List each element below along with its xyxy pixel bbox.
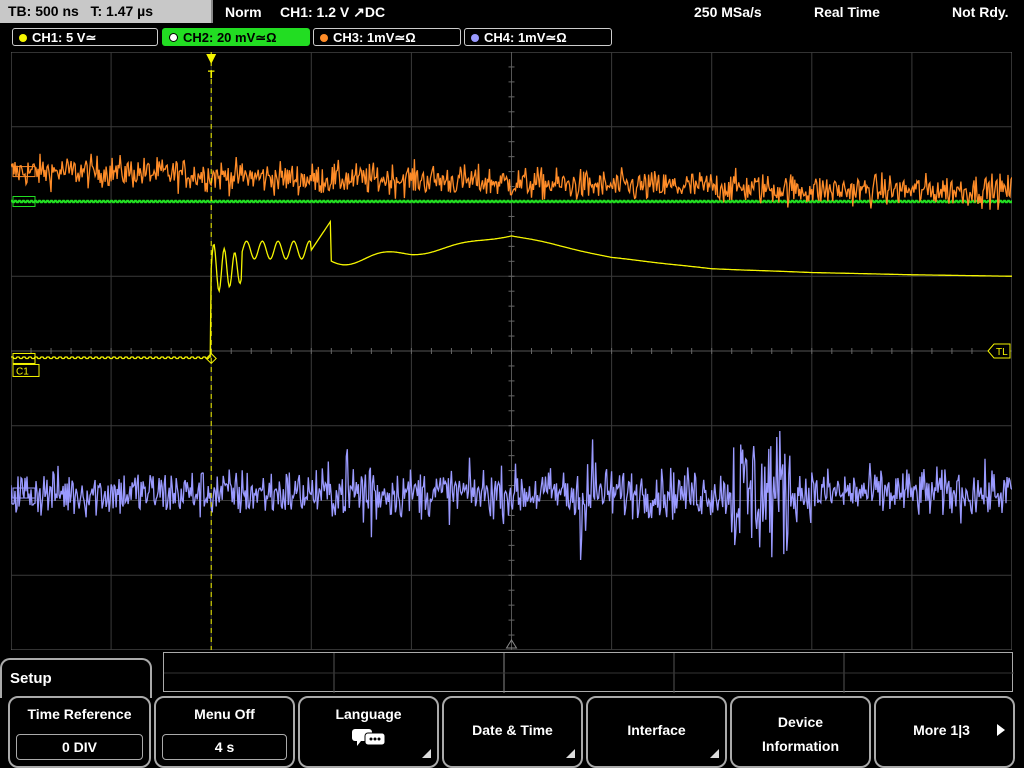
interface-button[interactable]: Interface xyxy=(586,696,727,768)
date-time-button[interactable]: Date & Time xyxy=(442,696,583,768)
more-label: More 1|3 xyxy=(913,722,970,738)
trigger-info[interactable]: CH1: 1.2 V ↗DC xyxy=(280,0,385,24)
time-reference-value: 0 DIV xyxy=(16,734,143,760)
trigger-mode[interactable]: Norm xyxy=(225,0,262,24)
ch1-ground-text: C1 xyxy=(16,366,29,377)
channel-tab-ch3[interactable]: CH3: 1mV≃Ω xyxy=(313,28,461,46)
next-page-arrow-icon xyxy=(997,724,1005,736)
channel-tab-ch1[interactable]: CH1: 5 V≃ xyxy=(12,28,158,46)
menu-title-tab: Setup xyxy=(0,658,152,698)
time-reference-label: Time Reference xyxy=(27,706,132,722)
menu-off-value: 4 s xyxy=(162,734,287,760)
menu-off-button[interactable]: Menu Off 4 s xyxy=(154,696,295,768)
ch3-label: CH3: 1mV≃Ω xyxy=(333,30,416,45)
channel-tab-ch2[interactable]: CH2: 20 mV≃Ω xyxy=(162,28,310,46)
language-button[interactable]: Language xyxy=(298,696,439,768)
ch2-label: CH2: 20 mV≃Ω xyxy=(183,30,277,45)
device-information-label: Device Information xyxy=(762,714,839,754)
ch2-dot-icon xyxy=(169,33,178,42)
interface-label: Interface xyxy=(627,722,686,738)
trigger-time-label: T: 1.47 µs xyxy=(90,3,154,19)
trace-ch2 xyxy=(11,199,1012,204)
time-reference-button[interactable]: Time Reference 0 DIV xyxy=(8,696,151,768)
trigger-marker-label: T xyxy=(208,69,215,81)
channel-tab-ch4[interactable]: CH4: 1mV≃Ω xyxy=(464,28,612,46)
info-strip xyxy=(163,652,1014,693)
language-label: Language xyxy=(335,706,402,722)
ch4-dot-icon xyxy=(471,34,479,42)
more-button[interactable]: More 1|3 xyxy=(874,696,1015,768)
menu-title: Setup xyxy=(10,670,52,687)
submenu-corner-icon xyxy=(422,749,431,758)
ch4-label: CH4: 1mV≃Ω xyxy=(484,30,567,45)
acquisition-mode: Real Time xyxy=(814,4,880,20)
info-strip-grid xyxy=(164,653,1014,693)
timebase-label: TB: 500 ns xyxy=(8,3,79,19)
date-time-label: Date & Time xyxy=(472,722,553,738)
acquisition-status: Not Rdy. xyxy=(952,4,1009,20)
ch1-dot-icon xyxy=(19,34,27,42)
menu-off-label: Menu Off xyxy=(194,706,255,722)
waveform-display[interactable]: T C1 TL xyxy=(11,52,1012,650)
ch3-dot-icon xyxy=(320,34,328,42)
submenu-corner-icon xyxy=(566,749,575,758)
timebase-box[interactable]: TB: 500 ns T: 1.47 µs xyxy=(0,0,213,23)
device-information-button[interactable]: Device Information xyxy=(730,696,871,768)
trigger-level-text: TL xyxy=(996,347,1008,358)
ch1-ground-label[interactable]: C1 xyxy=(12,363,40,377)
ch1-label: CH1: 5 V≃ xyxy=(32,30,97,45)
submenu-corner-icon xyxy=(710,749,719,758)
speech-bubbles-icon xyxy=(351,729,385,746)
sample-rate: 250 MSa/s xyxy=(694,4,762,20)
